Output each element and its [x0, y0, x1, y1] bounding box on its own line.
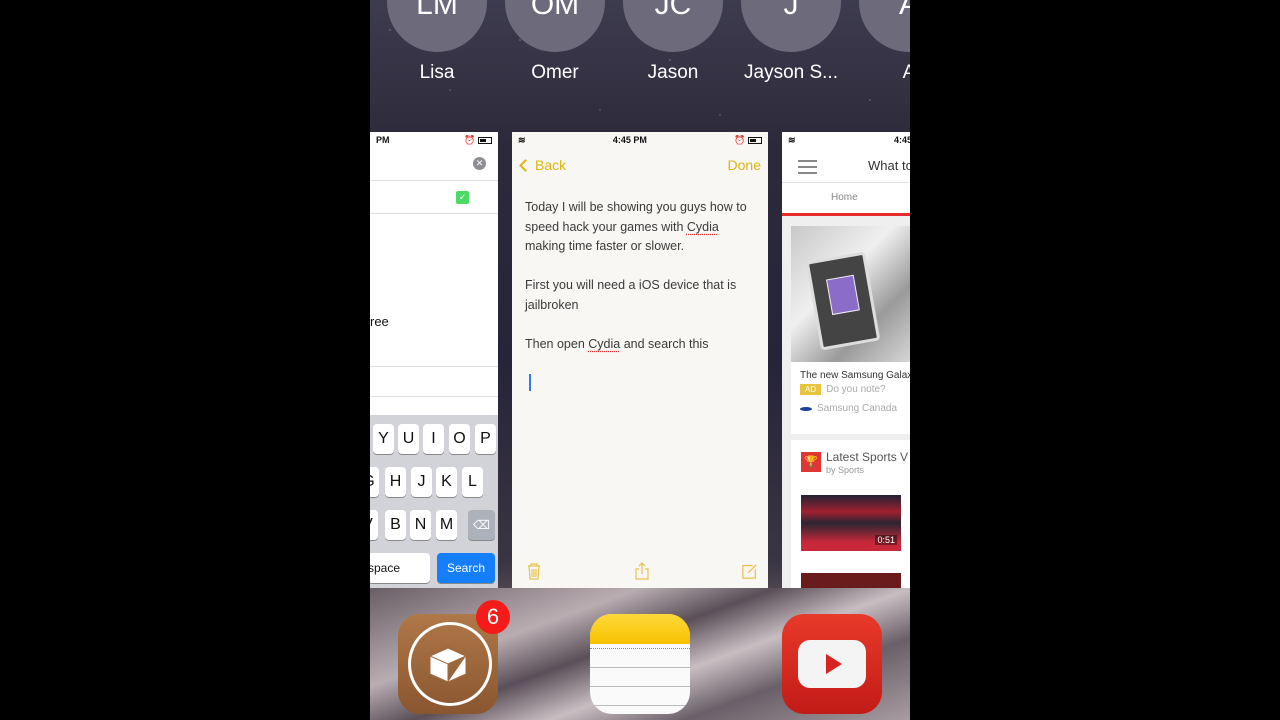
key[interactable]: H — [385, 467, 406, 497]
contact-name: Jayson S... — [744, 62, 838, 83]
contact-a[interactable]: A A — [859, 0, 910, 84]
text-cursor — [529, 373, 531, 391]
checkmark-icon[interactable]: ✓ — [456, 191, 469, 204]
nav-bar: Back Done — [512, 148, 768, 182]
status-bar: PM ⏰ — [370, 132, 498, 148]
video-thumbnail[interactable]: 0:51 — [801, 495, 901, 551]
video-thumbnail[interactable] — [801, 573, 901, 588]
dock-app-notes[interactable] — [590, 614, 690, 714]
cydia-box-icon — [428, 643, 468, 682]
key[interactable]: Y — [373, 424, 394, 454]
contact-name: Lisa — [419, 62, 455, 83]
section-byline: by Sports — [826, 465, 865, 475]
alarm-icon: ⏰ — [464, 134, 476, 145]
done-button[interactable]: Done — [728, 157, 761, 173]
key[interactable]: K — [436, 467, 457, 497]
key[interactable]: O — [449, 424, 470, 454]
row-label: ree — [370, 314, 389, 329]
sports-section[interactable]: 🏆 Latest Sports V by Sports 0:51 — [791, 440, 910, 588]
news-title: What to — [868, 158, 910, 173]
trash-icon[interactable] — [526, 562, 542, 580]
clear-icon[interactable]: ✕ — [473, 157, 486, 170]
ad-sponsor: Samsung Canada — [817, 403, 898, 414]
ad-card[interactable]: The new Samsung Galaxy AD Do you note? S… — [791, 226, 910, 434]
notes-toolbar — [512, 554, 768, 588]
contact-name: Omer — [531, 62, 579, 83]
search-key[interactable]: Search — [437, 553, 495, 583]
news-tabs: Home — [782, 182, 910, 216]
note-paragraph: Today I will be showing you guys how to … — [525, 200, 747, 253]
note-body[interactable]: Today I will be showing you guys how to … — [512, 182, 768, 397]
avatar: JC — [623, 0, 723, 52]
avatar: OM — [505, 0, 605, 52]
notification-badge: 6 — [476, 600, 510, 634]
news-header: What to — [782, 148, 910, 182]
samsung-logo-icon — [800, 406, 812, 411]
app-card-notes[interactable]: ≋ 4:45 PM ⏰ Back Done Today I will be sh… — [512, 132, 768, 588]
contact-omer[interactable]: OM Omer — [505, 0, 605, 84]
wifi-icon: ≋ — [518, 134, 526, 145]
compose-icon[interactable] — [742, 562, 758, 580]
ad-title: The new Samsung Galaxy — [800, 370, 910, 381]
keyboard[interactable]: Y U I O P G H J K L V B N M ⌫ space Sear… — [370, 415, 498, 588]
tab-home[interactable]: Home — [831, 192, 858, 203]
contact-jayson[interactable]: J Jayson S... — [741, 0, 841, 84]
battery-icon — [747, 136, 762, 144]
app-card-search[interactable]: PM ⏰ ✕ ✓ ree Y U I O P G H J K L V B N M… — [370, 132, 498, 588]
key[interactable]: U — [398, 424, 419, 454]
key[interactable]: J — [411, 467, 432, 497]
divider — [370, 366, 498, 367]
app-switcher: LM Lisa OM Omer JC Jason J Jayson S... A… — [370, 0, 910, 720]
key[interactable]: P — [475, 424, 496, 454]
contact-name: Jason — [647, 62, 699, 83]
delete-icon: ⌫ — [473, 518, 490, 532]
key[interactable]: V — [370, 510, 378, 540]
key[interactable]: B — [385, 510, 406, 540]
spellcheck-word: Cydia — [686, 219, 719, 234]
avatar: LM — [387, 0, 487, 52]
search-field-row[interactable]: ✕ — [370, 148, 498, 181]
ad-image — [791, 226, 910, 362]
battery-icon — [478, 136, 492, 144]
app-card-news[interactable]: ≋ 4:45 What to Home The new Samsung Gala… — [782, 132, 910, 588]
dock-app-youtube[interactable] — [782, 614, 882, 714]
chevron-left-icon — [519, 158, 532, 172]
note-paragraph: Then open Cydia and search this — [525, 336, 709, 351]
video-duration: 0:51 — [875, 535, 897, 545]
avatar: A — [859, 0, 910, 52]
space-key[interactable]: space — [370, 553, 430, 583]
divider — [370, 396, 498, 397]
ad-tagline: Do you note? — [826, 384, 886, 395]
share-icon[interactable] — [634, 562, 650, 580]
status-bar: ≋ 4:45 — [782, 132, 910, 148]
key[interactable]: N — [410, 510, 431, 540]
key[interactable]: L — [462, 467, 483, 497]
menu-icon[interactable] — [798, 160, 817, 178]
contact-lisa[interactable]: LM Lisa — [387, 0, 487, 84]
option-row[interactable]: ✓ — [370, 181, 498, 214]
wifi-icon: ≋ — [788, 134, 796, 145]
trophy-icon: 🏆 — [801, 452, 821, 472]
key[interactable]: M — [436, 510, 457, 540]
contact-jason[interactable]: JC Jason — [623, 0, 723, 84]
status-bar: ≋ 4:45 PM ⏰ — [512, 132, 768, 148]
ad-badge: AD — [800, 384, 822, 395]
key[interactable]: G — [370, 467, 379, 497]
key[interactable]: I — [423, 424, 444, 454]
section-title: Latest Sports V — [826, 450, 909, 464]
backspace-key[interactable]: ⌫ — [468, 510, 495, 540]
back-button[interactable]: Back — [519, 157, 566, 173]
play-icon — [826, 654, 842, 674]
avatar: J — [741, 0, 841, 52]
contact-name: A — [902, 62, 910, 83]
alarm-icon: ⏰ — [734, 134, 746, 145]
note-paragraph: First you will need a iOS device that is… — [525, 278, 737, 312]
spellcheck-word: Cydia — [588, 336, 621, 351]
